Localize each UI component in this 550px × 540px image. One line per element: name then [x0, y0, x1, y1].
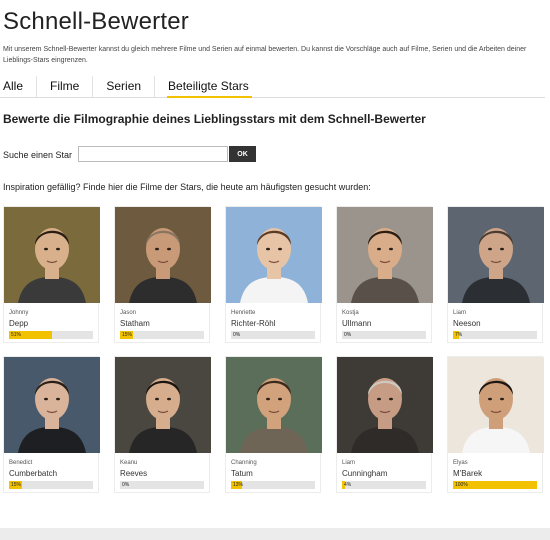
- star-first-name: Johnny: [9, 310, 29, 316]
- star-photo: [115, 357, 211, 453]
- star-photo: [448, 357, 544, 453]
- star-last-name: Reeves: [120, 469, 148, 478]
- section-heading: Bewerte die Filmographie deines Liebling…: [3, 112, 426, 126]
- star-first-name: Elyas: [453, 460, 468, 466]
- footer-band: [0, 528, 550, 540]
- intro-text: Mit unserem Schnell-Bewerter kannst du g…: [3, 46, 527, 64]
- rating-progress-bar: 15%: [120, 331, 204, 339]
- star-last-name: Cunningham: [342, 469, 388, 478]
- rating-progress-bar: 0%: [120, 481, 204, 489]
- star-card[interactable]: Channing Tatum 13%: [225, 356, 322, 493]
- star-first-name: Keanu: [120, 460, 138, 466]
- rating-progress-text: 0%: [122, 482, 130, 488]
- portrait-photo-icon: [448, 207, 544, 303]
- rating-progress-text: 4%: [344, 482, 352, 488]
- star-photo: [4, 357, 100, 453]
- star-first-name: Henriette: [231, 310, 256, 316]
- star-first-name: Benedict: [9, 460, 33, 466]
- portrait-photo-icon: [115, 357, 211, 453]
- rating-progress-bar: 100%: [453, 481, 537, 489]
- portrait-photo-icon: [337, 357, 433, 453]
- star-card[interactable]: Keanu Reeves 0%: [114, 356, 211, 493]
- rating-progress-bar: 0%: [231, 331, 315, 339]
- star-card[interactable]: Johnny Depp 51%: [3, 206, 100, 343]
- portrait-photo-icon: [226, 207, 322, 303]
- rating-progress-bar: 7%: [453, 331, 537, 339]
- portrait-photo-icon: [4, 357, 100, 453]
- rating-progress-text: 51%: [11, 332, 22, 338]
- rating-progress-text: 15%: [122, 332, 133, 338]
- star-photo: [226, 207, 322, 303]
- search-label: Suche einen Star: [3, 150, 73, 160]
- star-last-name: Ullmann: [342, 319, 372, 328]
- rating-progress-text: 7%: [455, 332, 463, 338]
- star-photo: [448, 207, 544, 303]
- star-last-name: Statham: [120, 319, 150, 328]
- portrait-photo-icon: [337, 207, 433, 303]
- tab-filme[interactable]: Filme: [37, 76, 94, 97]
- tab-beteiligte-stars[interactable]: Beteiligte Stars: [155, 76, 262, 98]
- quick-rater-page: Schnell-Bewerter Mit unserem Schnell-Bew…: [0, 0, 550, 540]
- star-card[interactable]: Benedict Cumberbatch 15%: [3, 356, 100, 493]
- star-first-name: Liam: [453, 310, 467, 316]
- star-photo: [337, 357, 433, 453]
- portrait-photo-icon: [115, 207, 211, 303]
- star-photo: [226, 357, 322, 453]
- page-title: Schnell-Bewerter: [3, 8, 189, 35]
- star-search-input[interactable]: [78, 146, 228, 162]
- star-last-name: Cumberbatch: [9, 469, 58, 478]
- portrait-photo-icon: [226, 357, 322, 453]
- star-first-name: Liam: [342, 460, 356, 466]
- star-last-name: Depp: [9, 319, 29, 328]
- star-photo: [4, 207, 100, 303]
- search-ok-button[interactable]: OK: [229, 146, 256, 162]
- tab-serien[interactable]: Serien: [93, 76, 156, 97]
- star-card[interactable]: Liam Neeson 7%: [447, 206, 544, 343]
- star-card[interactable]: Liam Cunningham 4%: [336, 356, 433, 493]
- rating-progress-text: 0%: [233, 332, 241, 338]
- star-card[interactable]: Henriette Richter-Röhl 0%: [225, 206, 322, 343]
- inspiration-text: Inspiration gefällig? Finde hier die Fil…: [3, 182, 371, 192]
- rating-progress-text: 100%: [455, 482, 468, 488]
- star-card[interactable]: Jason Statham 15%: [114, 206, 211, 343]
- rating-progress-bar: 15%: [9, 481, 93, 489]
- star-first-name: Kostja: [342, 310, 359, 316]
- rating-progress-bar: 13%: [231, 481, 315, 489]
- star-first-name: Jason: [120, 310, 137, 316]
- tab-alle[interactable]: Alle: [0, 76, 38, 97]
- star-last-name: M'Barek: [453, 469, 483, 478]
- star-card[interactable]: Elyas M'Barek 100%: [447, 356, 544, 493]
- star-last-name: Tatum: [231, 469, 253, 478]
- star-photo: [337, 207, 433, 303]
- portrait-photo-icon: [448, 357, 544, 453]
- rating-progress-bar: 4%: [342, 481, 426, 489]
- star-card[interactable]: Kostja Ullmann 0%: [336, 206, 433, 343]
- rating-progress-bar: 0%: [342, 331, 426, 339]
- portrait-photo-icon: [4, 207, 100, 303]
- star-last-name: Richter-Röhl: [231, 319, 276, 328]
- tab-bar: Alle Filme Serien Beteiligte Stars: [0, 76, 545, 98]
- rating-progress-text: 15%: [11, 482, 22, 488]
- star-photo: [115, 207, 211, 303]
- rating-progress-text: 13%: [233, 482, 244, 488]
- rating-progress-bar: 51%: [9, 331, 93, 339]
- rating-progress-text: 0%: [344, 332, 352, 338]
- star-first-name: Channing: [231, 460, 257, 466]
- star-last-name: Neeson: [453, 319, 481, 328]
